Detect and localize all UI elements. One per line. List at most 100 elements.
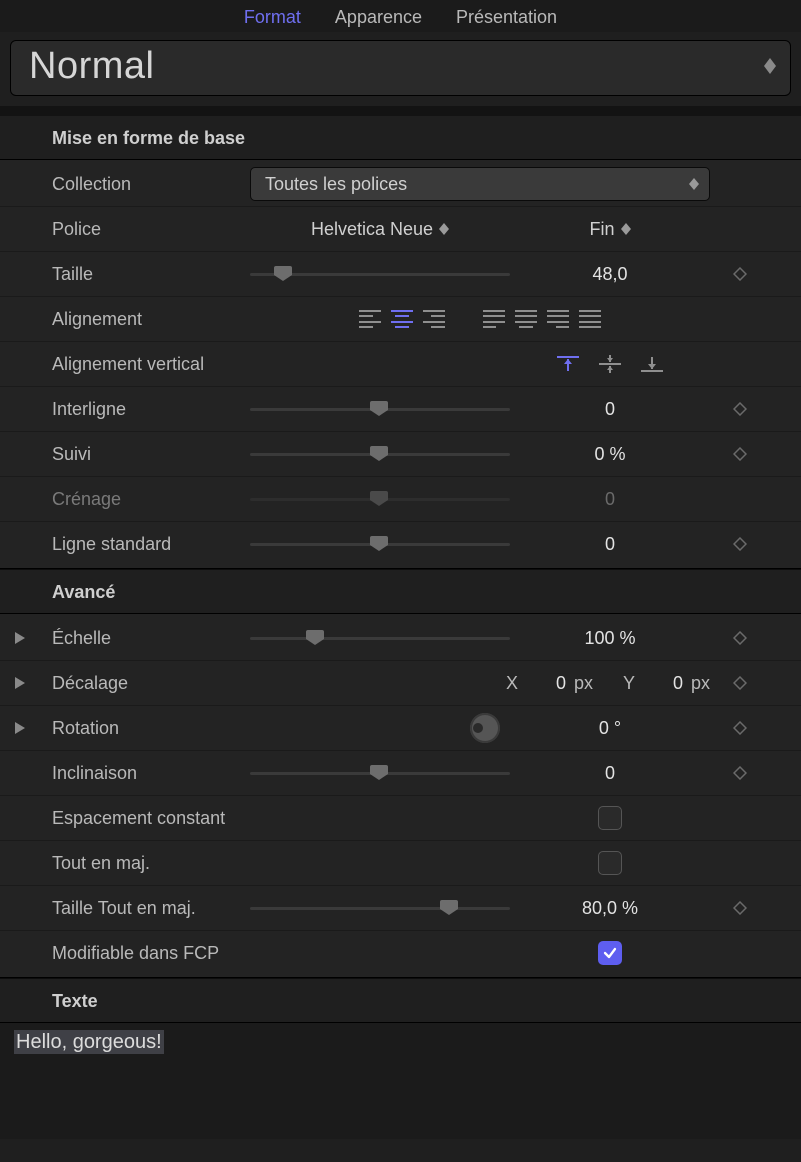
row-font: Police Helvetica Neue Fin [0,206,801,251]
keyframe-icon[interactable] [710,766,770,780]
section-basic: Collection Toutes les polices Police Hel… [0,159,801,569]
label-font: Police [40,219,250,240]
label-allcaps-size: Taille Tout en maj. [40,898,250,919]
baseline-slider[interactable] [250,534,510,554]
row-slant: Inclinaison 0 [0,750,801,795]
preset-name: Normal [29,45,154,88]
align-left-icon[interactable] [359,310,381,328]
section-text-title: Texte [0,978,801,1022]
row-size: Taille 48,0 [0,251,801,296]
justify-full-icon[interactable] [579,310,601,328]
tab-format[interactable]: Format [244,7,301,28]
collection-select[interactable]: Toutes les polices [250,167,710,201]
size-slider[interactable] [250,264,510,284]
allcaps-checkbox[interactable] [598,851,622,875]
label-offset: Décalage [40,673,250,694]
row-baseline: Ligne standard 0 [0,521,801,566]
justify-left-icon[interactable] [483,310,505,328]
row-allcaps: Tout en maj. [0,840,801,885]
row-linespacing: Interligne 0 [0,386,801,431]
font-family-value: Helvetica Neue [311,219,433,240]
label-size: Taille [40,264,250,285]
align-right-icon[interactable] [423,310,445,328]
updown-icon [689,178,699,190]
keyframe-icon[interactable] [710,901,770,915]
linespacing-value[interactable]: 0 [510,399,710,420]
row-tracking: Suivi 0 % [0,431,801,476]
label-scale: Échelle [40,628,250,649]
slant-slider[interactable] [250,763,510,783]
label-valignment: Alignement vertical [40,354,250,375]
keyframe-icon[interactable] [710,402,770,416]
section-advanced: Échelle 100 % Décalage X 0 px Y 0 px Rot… [0,613,801,978]
rotation-dial[interactable] [470,713,500,743]
inspector-tabs: Format Apparence Présentation [0,0,801,32]
offset-x-label: X [506,673,518,694]
row-collection: Collection Toutes les polices [0,162,801,206]
row-valignment: Alignement vertical [0,341,801,386]
font-weight-value: Fin [589,219,614,240]
justify-center-icon[interactable] [515,310,537,328]
size-value[interactable]: 48,0 [510,264,710,285]
row-alignment: Alignement [0,296,801,341]
row-monospace: Espacement constant [0,795,801,840]
keyframe-icon[interactable] [710,721,770,735]
label-collection: Collection [40,174,250,195]
valign-bottom-icon[interactable] [641,355,663,373]
scale-slider[interactable] [250,628,510,648]
label-kerning: Crénage [40,489,250,510]
editable-fcp-checkbox[interactable] [598,941,622,965]
disclosure-icon[interactable] [0,632,40,644]
kerning-slider [250,489,510,509]
row-scale: Échelle 100 % [0,616,801,660]
section-basic-title: Mise en forme de base [0,106,801,159]
label-allcaps: Tout en maj. [40,853,510,874]
disclosure-icon[interactable] [0,677,40,689]
scale-value[interactable]: 100 % [510,628,710,649]
offset-y-label: Y [623,673,635,694]
keyframe-icon[interactable] [710,631,770,645]
offset-x-value[interactable]: 0 [530,673,566,694]
allcaps-size-slider[interactable] [250,898,510,918]
text-editor[interactable]: Hello, gorgeous! [0,1022,801,1139]
baseline-value[interactable]: 0 [510,534,710,555]
font-weight-select[interactable]: Fin [589,219,630,240]
label-rotation: Rotation [40,718,250,739]
label-monospace: Espacement constant [40,808,510,829]
keyframe-icon[interactable] [710,537,770,551]
offset-x-unit: px [574,673,593,694]
tracking-slider[interactable] [250,444,510,464]
tab-appearance[interactable]: Apparence [335,7,422,28]
updown-icon [764,58,776,74]
valign-middle-icon[interactable] [599,355,621,373]
label-baseline: Ligne standard [40,534,250,555]
row-editable-fcp: Modifiable dans FCP [0,930,801,975]
slant-value[interactable]: 0 [510,763,710,784]
rotation-value[interactable]: 0 ° [510,718,710,739]
monospace-checkbox[interactable] [598,806,622,830]
offset-y-unit: px [691,673,710,694]
row-offset: Décalage X 0 px Y 0 px [0,660,801,705]
linespacing-slider[interactable] [250,399,510,419]
disclosure-icon[interactable] [0,722,40,734]
allcaps-size-value[interactable]: 80,0 % [510,898,710,919]
justify-right-icon[interactable] [547,310,569,328]
align-center-icon[interactable] [391,310,413,328]
section-advanced-title: Avancé [0,569,801,613]
keyframe-icon[interactable] [710,267,770,281]
row-rotation: Rotation 0 ° [0,705,801,750]
tracking-value[interactable]: 0 % [510,444,710,465]
keyframe-icon[interactable] [710,676,770,690]
label-linespacing: Interligne [40,399,250,420]
label-slant: Inclinaison [40,763,250,784]
kerning-value: 0 [510,489,710,510]
preset-select[interactable]: Normal [10,40,791,96]
keyframe-icon[interactable] [710,447,770,461]
offset-y-value[interactable]: 0 [647,673,683,694]
row-kerning: Crénage 0 [0,476,801,521]
tab-presentation[interactable]: Présentation [456,7,557,28]
valign-top-icon[interactable] [557,355,579,373]
text-content[interactable]: Hello, gorgeous! [14,1030,164,1054]
updown-icon [621,223,631,235]
font-family-select[interactable]: Helvetica Neue [311,219,449,240]
